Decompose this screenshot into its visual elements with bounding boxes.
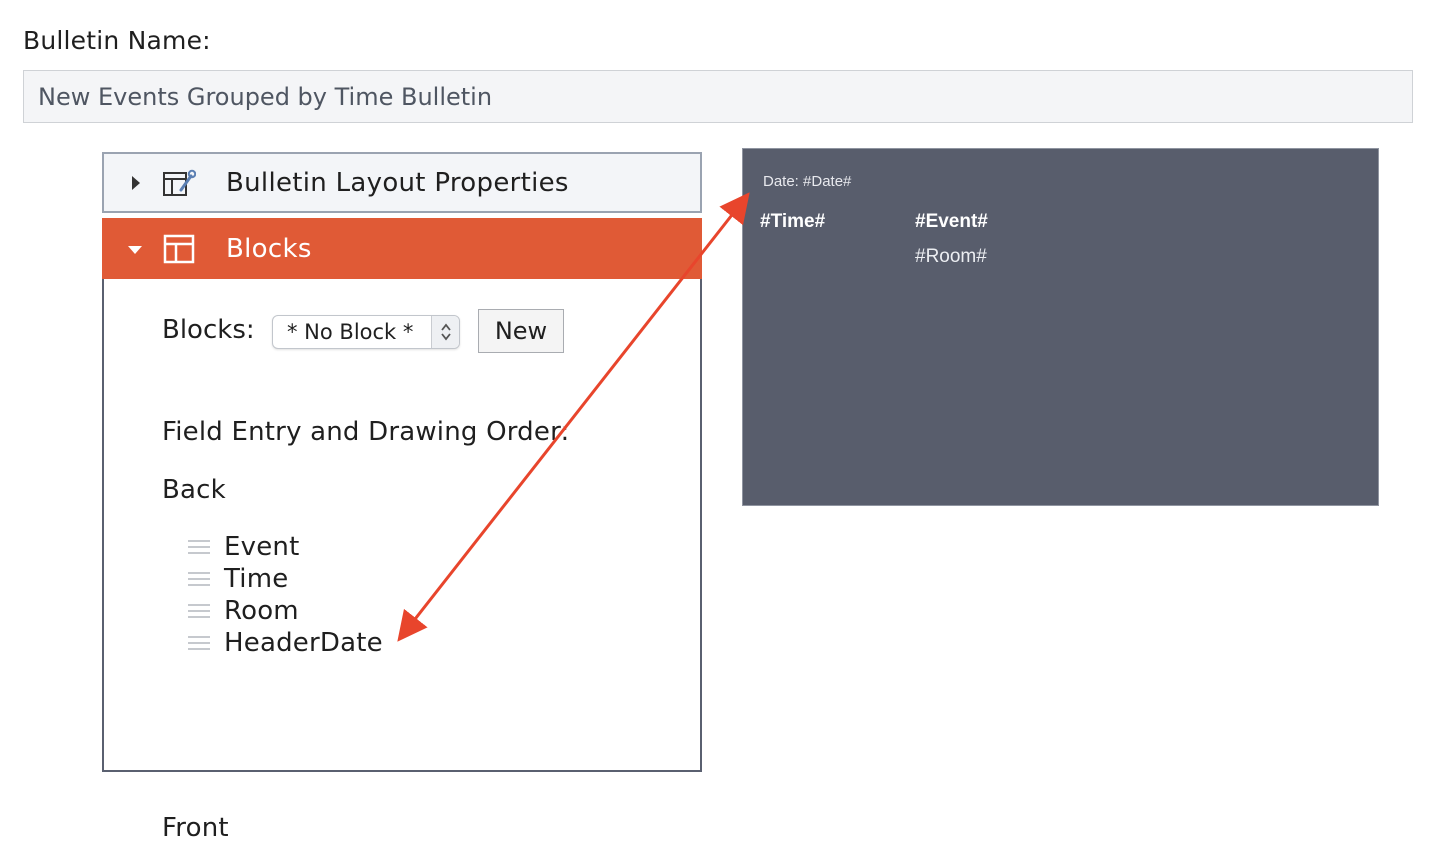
bulletin-name-label: Bulletin Name: — [23, 26, 211, 55]
caret-down-icon — [128, 246, 142, 254]
field-item-time[interactable]: Time — [188, 563, 383, 595]
field-name: Event — [224, 532, 300, 562]
preview-event-field[interactable]: #Event# — [915, 211, 988, 233]
blocks-title: Blocks — [226, 233, 312, 264]
layout-settings-icon — [163, 169, 196, 196]
select-stepper-icon — [431, 316, 459, 348]
blocks-select-label: Blocks: — [162, 315, 255, 345]
back-label: Back — [162, 475, 226, 505]
field-order-list: Event Time Room HeaderDate — [188, 531, 383, 659]
block-select[interactable]: * No Block * — [272, 315, 460, 349]
caret-right-icon — [132, 176, 140, 190]
front-label: Front — [162, 813, 229, 843]
layout-icon — [163, 234, 195, 264]
field-item-event[interactable]: Event — [188, 531, 383, 563]
blocks-panel-body: Blocks: * No Block * New Field Entry and… — [102, 279, 702, 843]
drag-handle-icon[interactable] — [188, 604, 210, 618]
preview-time-field[interactable]: #Time# — [760, 211, 825, 233]
preview-date-field[interactable]: Date: #Date# — [763, 173, 851, 190]
preview-room-field[interactable]: #Room# — [915, 246, 987, 268]
bulletin-editor-accordion: Bulletin Layout Properties Blocks Blocks… — [102, 152, 702, 843]
field-item-headerdate[interactable]: HeaderDate — [188, 627, 383, 659]
drag-handle-icon[interactable] — [188, 636, 210, 650]
field-name: HeaderDate — [224, 628, 383, 658]
drag-handle-icon[interactable] — [188, 540, 210, 554]
layout-properties-title: Bulletin Layout Properties — [226, 167, 569, 198]
bulletin-preview: Date: #Date# #Time# #Event# #Room# — [742, 148, 1379, 506]
new-block-button[interactable]: New — [478, 309, 564, 353]
blocks-header[interactable]: Blocks — [102, 218, 702, 279]
drag-handle-icon[interactable] — [188, 572, 210, 586]
field-name: Time — [224, 564, 289, 594]
block-select-value: * No Block * — [287, 320, 414, 344]
field-item-room[interactable]: Room — [188, 595, 383, 627]
layout-properties-header[interactable]: Bulletin Layout Properties — [102, 152, 702, 213]
bulletin-name-input[interactable] — [23, 70, 1413, 123]
field-order-label: Field Entry and Drawing Order: — [162, 417, 570, 447]
field-name: Room — [224, 596, 299, 626]
